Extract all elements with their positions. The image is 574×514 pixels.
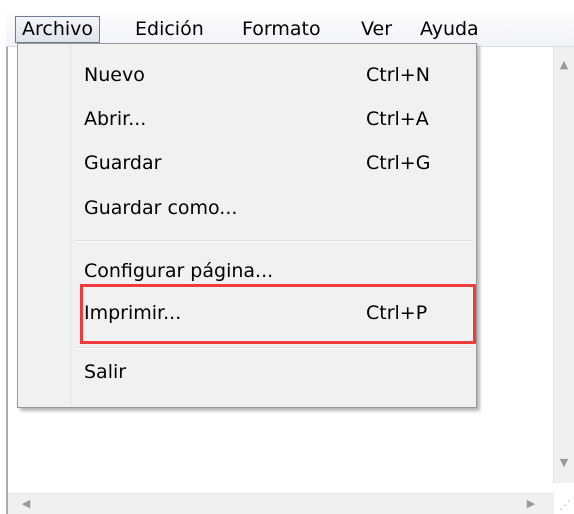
right-arrow-icon[interactable]: ▶ (525, 498, 537, 509)
menu-item-shortcut: Ctrl+P (366, 302, 428, 324)
menu-item-label: Salir (84, 361, 127, 383)
menu-item-label: Configurar página... (84, 260, 274, 282)
up-arrow-icon[interactable]: ▲ (558, 59, 570, 70)
menu-item-guardar-como[interactable]: Guardar como... (84, 192, 452, 224)
menu-bar: Archivo Edición Formato Ver Ayuda (6, 12, 574, 47)
menu-separator (75, 240, 474, 242)
menu-archivo[interactable]: Archivo (15, 16, 101, 43)
file-menu-dropdown: Nuevo Ctrl+N Abrir... Ctrl+A Guardar Ctr… (17, 43, 477, 408)
menu-item-label: Imprimir... (84, 302, 182, 324)
menu-edicion[interactable]: Edición (129, 16, 210, 43)
menu-ayuda[interactable]: Ayuda (414, 16, 485, 43)
down-arrow-icon[interactable]: ▼ (558, 457, 570, 468)
menu-item-shortcut: Ctrl+A (366, 108, 429, 130)
menu-item-nuevo[interactable]: Nuevo Ctrl+N (84, 59, 452, 91)
menu-item-label: Guardar (84, 152, 162, 174)
menu-formato[interactable]: Formato (236, 16, 327, 43)
size-grip-icon[interactable]: ⋰ (557, 497, 573, 513)
menu-item-salir[interactable]: Salir (84, 356, 452, 388)
vertical-scrollbar[interactable]: ▲ ▼ (553, 47, 574, 483)
menu-icon-column (18, 44, 71, 407)
menu-separator (75, 347, 474, 349)
menu-item-imprimir[interactable]: Imprimir... Ctrl+P (84, 297, 452, 329)
menu-item-configurar-pagina[interactable]: Configurar página... (84, 255, 452, 287)
horizontal-scrollbar[interactable]: ◀ ▶ (8, 493, 554, 514)
menu-item-guardar[interactable]: Guardar Ctrl+G (84, 147, 452, 179)
menu-item-abrir[interactable]: Abrir... Ctrl+A (84, 103, 452, 135)
menu-ver[interactable]: Ver (355, 16, 398, 43)
menu-item-shortcut: Ctrl+N (366, 64, 430, 86)
menu-item-label: Guardar como... (84, 197, 238, 219)
left-arrow-icon[interactable]: ◀ (20, 498, 32, 509)
menu-item-label: Abrir... (84, 108, 147, 130)
menu-item-label: Nuevo (84, 64, 145, 86)
menu-item-shortcut: Ctrl+G (366, 152, 431, 174)
